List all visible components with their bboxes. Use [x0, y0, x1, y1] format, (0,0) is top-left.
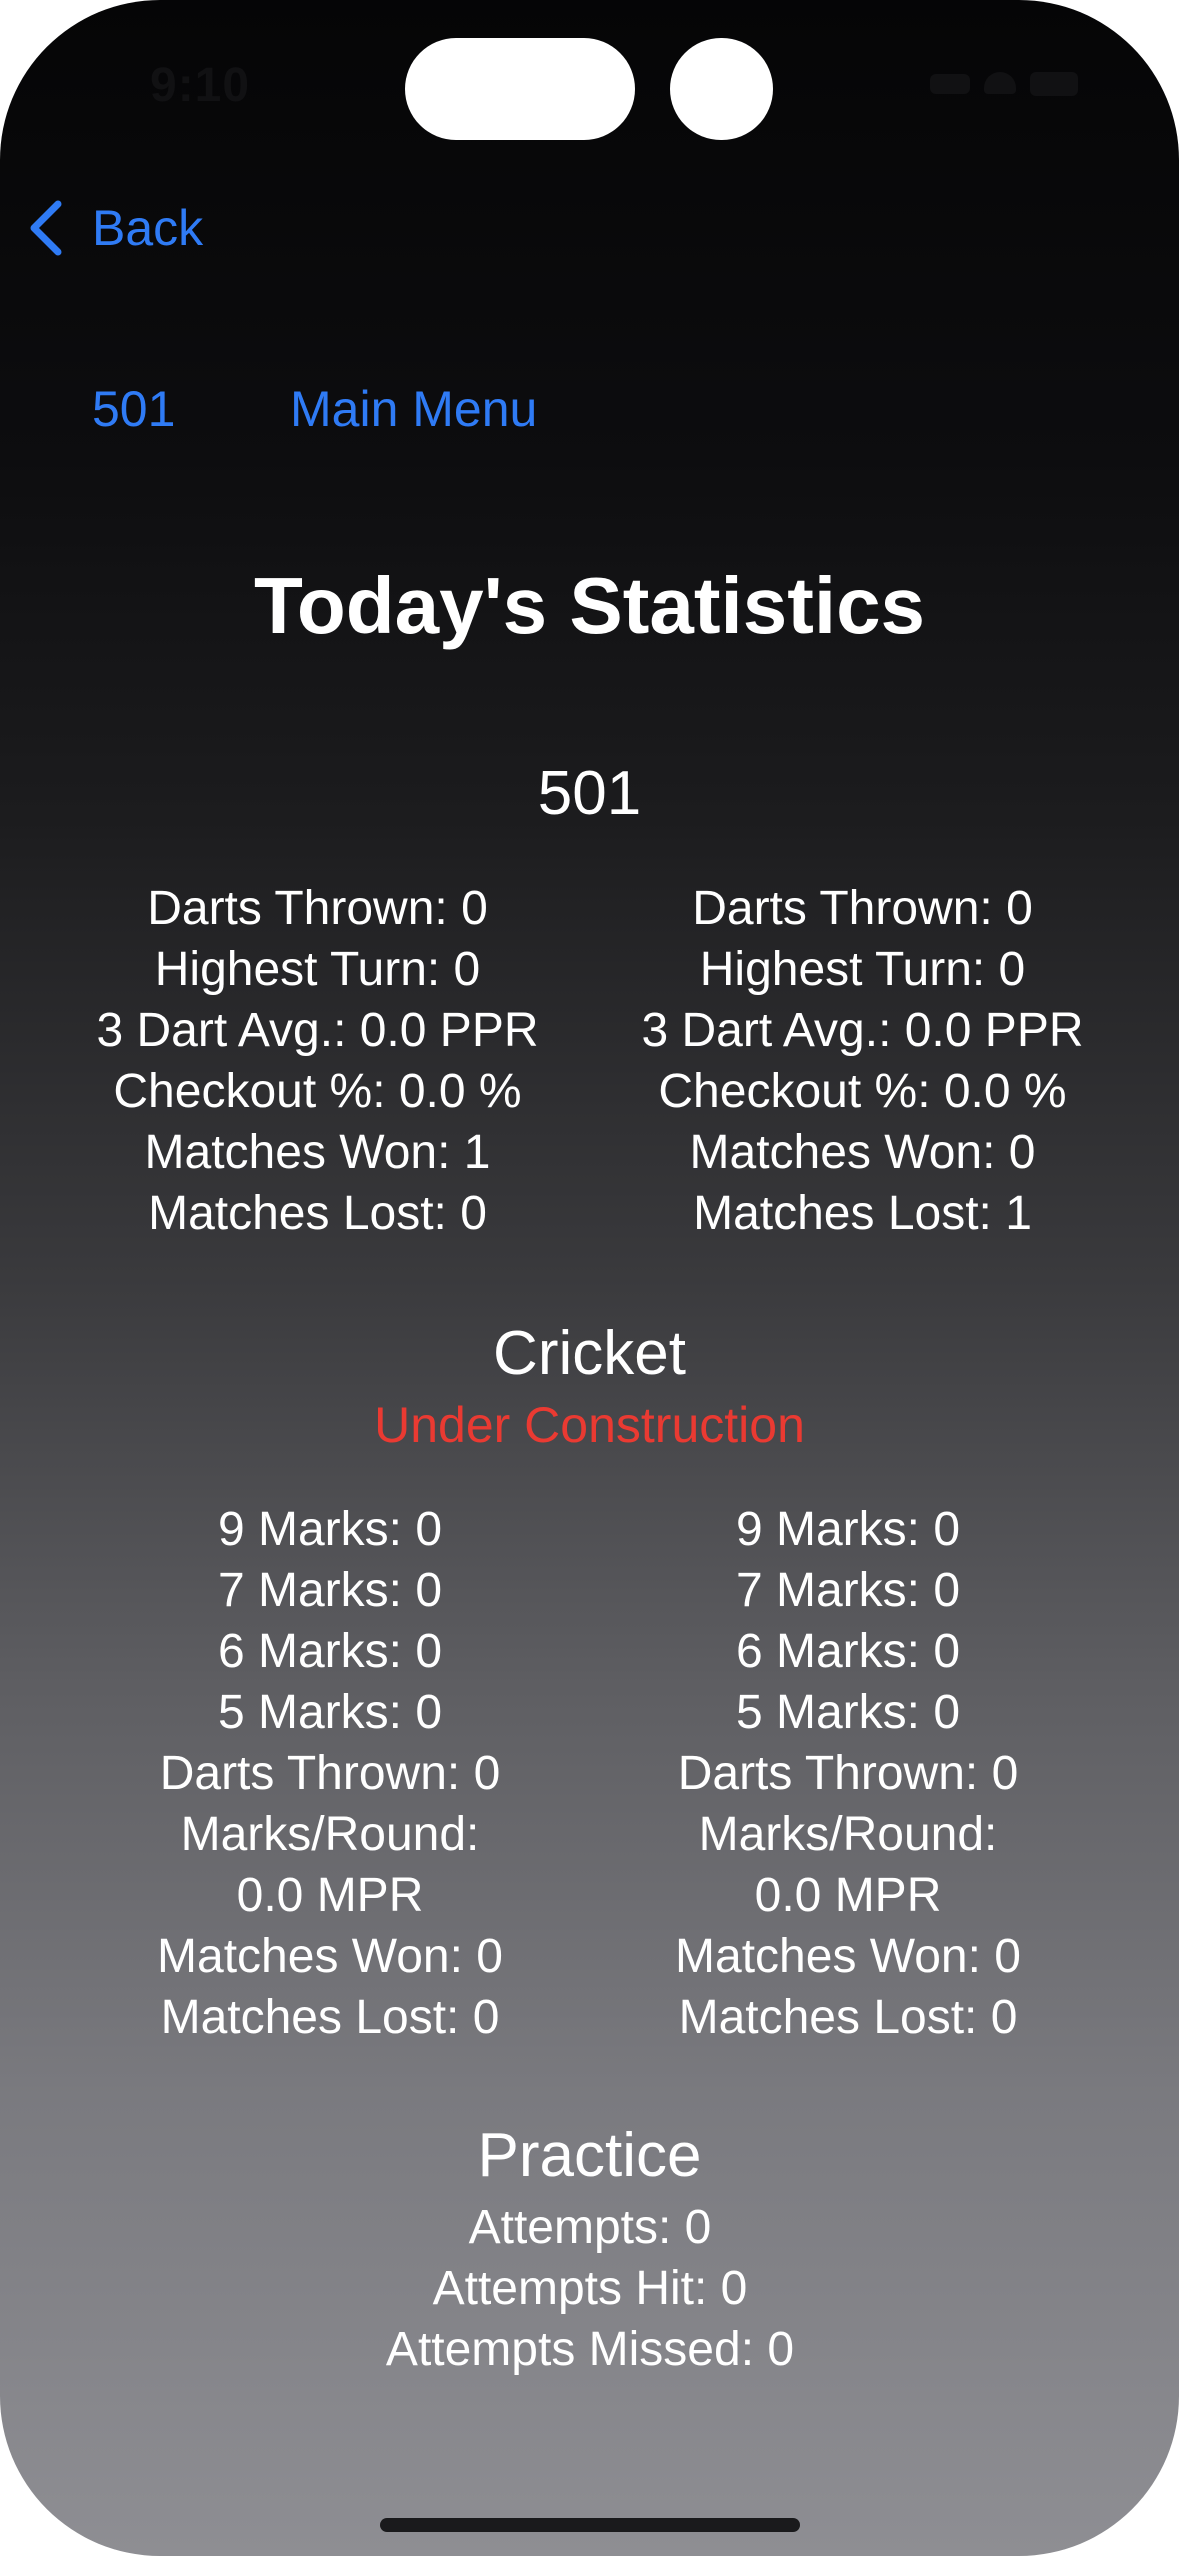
x01-player-1-stats: Darts Thrown: 0 Highest Turn: 0 3 Dart A… [60, 878, 575, 1244]
signal-icon [930, 74, 970, 94]
section-heading-501: 501 [537, 759, 642, 828]
stat-line: Matches Won: 0 [157, 1930, 503, 1983]
stat-line: Attempts Hit: 0 [432, 2262, 748, 2315]
stat-line: 9 Marks: 0 [217, 1503, 443, 1556]
practice-stats: Attempts: 0 Attempts Hit: 0 Attempts Mis… [190, 2197, 990, 2380]
x01-player-2-stats: Darts Thrown: 0 Highest Turn: 0 3 Dart A… [605, 878, 1120, 1244]
stat-line: 9 Marks: 0 [735, 1503, 961, 1556]
cricket-player-2-stats: 9 Marks: 0 7 Marks: 0 6 Marks: 0 5 Marks… [598, 1499, 1098, 2048]
stat-line: 3 Dart Avg.: 0.0 PPR [96, 1004, 539, 1057]
cricket-player-1-stats: 9 Marks: 0 7 Marks: 0 6 Marks: 0 5 Marks… [80, 1499, 580, 2048]
stat-line: 5 Marks: 0 [735, 1686, 961, 1739]
back-label: Back [92, 200, 204, 256]
dynamic-island-right [670, 38, 773, 140]
stat-line: Checkout %: 0.0 % [113, 1065, 522, 1118]
stat-line: Highest Turn: 0 [154, 943, 481, 996]
stat-line: Checkout %: 0.0 % [658, 1065, 1067, 1118]
stat-line: Matches Lost: 1 [693, 1187, 1032, 1240]
page-title: Today's Statistics [253, 561, 926, 650]
section-heading-cricket: Cricket [493, 1319, 686, 1388]
section-heading-practice: Practice [477, 2121, 702, 2190]
stat-line: Marks/Round: [698, 1808, 998, 1861]
stat-line: 0.0 MPR [754, 1869, 942, 1922]
stat-line: 5 Marks: 0 [217, 1686, 443, 1739]
stat-line: Darts Thrown: 0 [159, 1747, 501, 1800]
status-icons [930, 68, 1080, 98]
home-indicator [380, 2518, 800, 2532]
stat-line: Matches Lost: 0 [160, 1991, 500, 2044]
dynamic-island-left [405, 38, 635, 140]
stat-line: Darts Thrown: 0 [677, 1747, 1019, 1800]
battery-icon [1030, 72, 1078, 96]
stat-line: Highest Turn: 0 [699, 943, 1026, 996]
stat-line: Matches Won: 0 [689, 1126, 1036, 1179]
stat-line: 6 Marks: 0 [735, 1625, 961, 1678]
stat-line: 7 Marks: 0 [217, 1564, 443, 1617]
stat-line: Matches Won: 1 [144, 1126, 491, 1179]
stat-line: Matches Lost: 0 [148, 1187, 487, 1240]
stat-line: Marks/Round: [180, 1808, 480, 1861]
stat-line: Darts Thrown: 0 [147, 882, 488, 935]
app-screen: 9:10 Back 501 Main Menu Today's Statisti… [0, 0, 1179, 2556]
stat-line: Attempts: 0 [468, 2201, 712, 2254]
back-button[interactable]: Back [26, 192, 203, 264]
nav-link-501[interactable]: 501 [92, 380, 175, 438]
stat-line: 6 Marks: 0 [217, 1625, 443, 1678]
stat-line: 0.0 MPR [236, 1869, 424, 1922]
chevron-left-icon [30, 200, 62, 256]
under-construction-label: Under Construction [374, 1397, 805, 1453]
stat-line: Matches Lost: 0 [678, 1991, 1018, 2044]
stat-line: 3 Dart Avg.: 0.0 PPR [641, 1004, 1084, 1057]
stat-line: Matches Won: 0 [675, 1930, 1021, 1983]
stat-line: Attempts Missed: 0 [385, 2323, 795, 2376]
stat-line: 7 Marks: 0 [735, 1564, 961, 1617]
status-time: 9:10 [150, 59, 251, 112]
stat-line: Darts Thrown: 0 [692, 882, 1033, 935]
wifi-icon [984, 72, 1016, 94]
nav-link-main-menu[interactable]: Main Menu [290, 380, 537, 438]
